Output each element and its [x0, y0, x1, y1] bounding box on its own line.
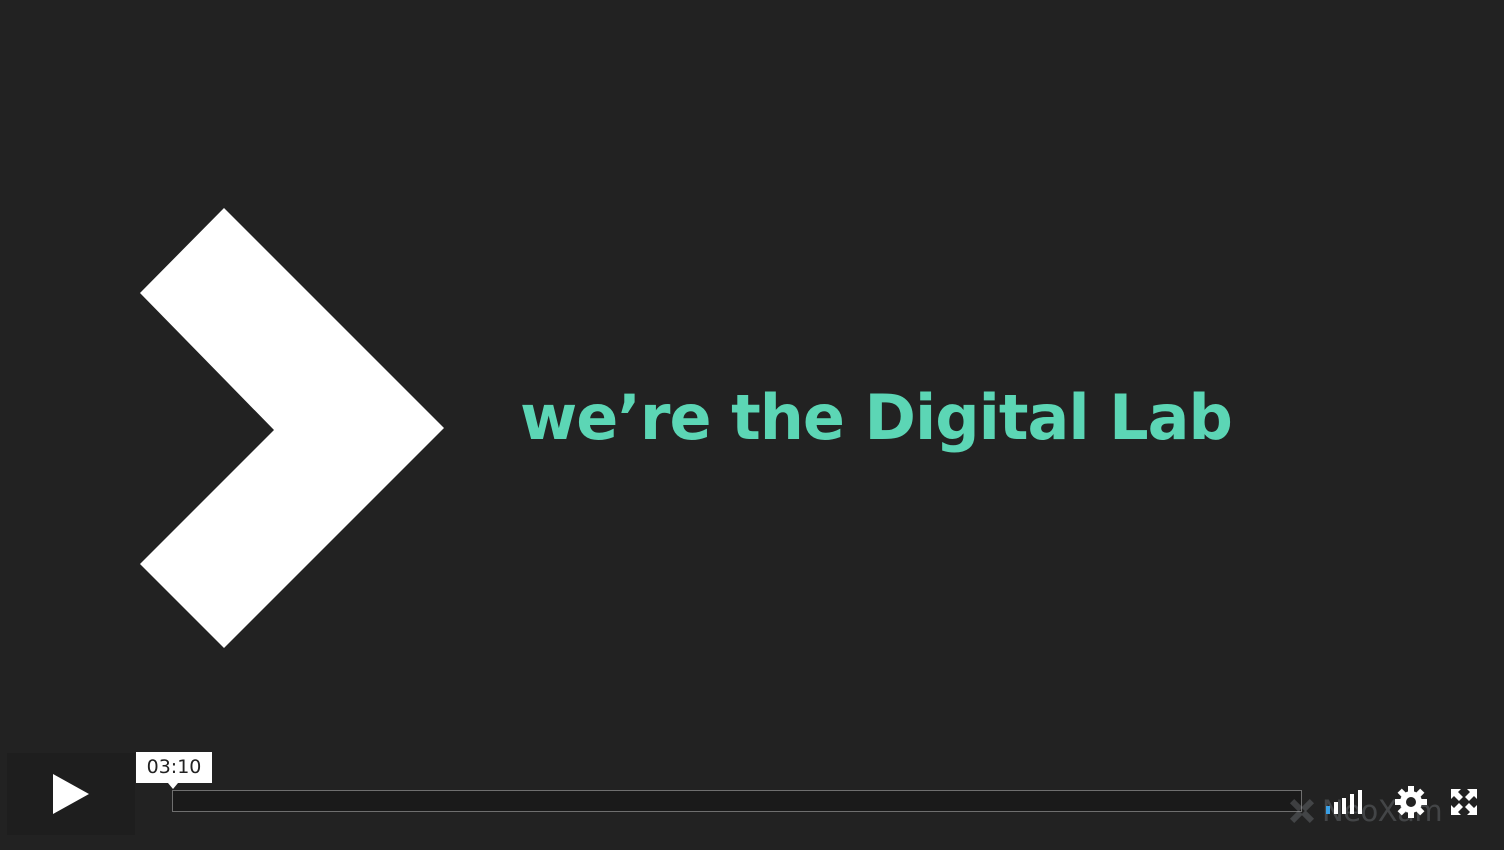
fullscreen-button[interactable]	[1450, 788, 1478, 816]
fullscreen-icon	[1451, 789, 1477, 815]
gear-icon	[1395, 786, 1427, 818]
progress-bar[interactable]	[172, 790, 1302, 812]
settings-button[interactable]	[1394, 785, 1428, 819]
video-player[interactable]: we’re the Digital Lab 03:10 NeoXam	[0, 0, 1504, 850]
play-button[interactable]	[7, 753, 135, 835]
volume-bars-icon	[1326, 790, 1362, 814]
time-tooltip: 03:10	[136, 752, 212, 783]
play-icon	[53, 774, 89, 814]
video-headline: we’re the Digital Lab	[520, 381, 1233, 454]
time-tooltip-tail	[168, 783, 178, 789]
volume-button[interactable]	[1324, 788, 1374, 816]
